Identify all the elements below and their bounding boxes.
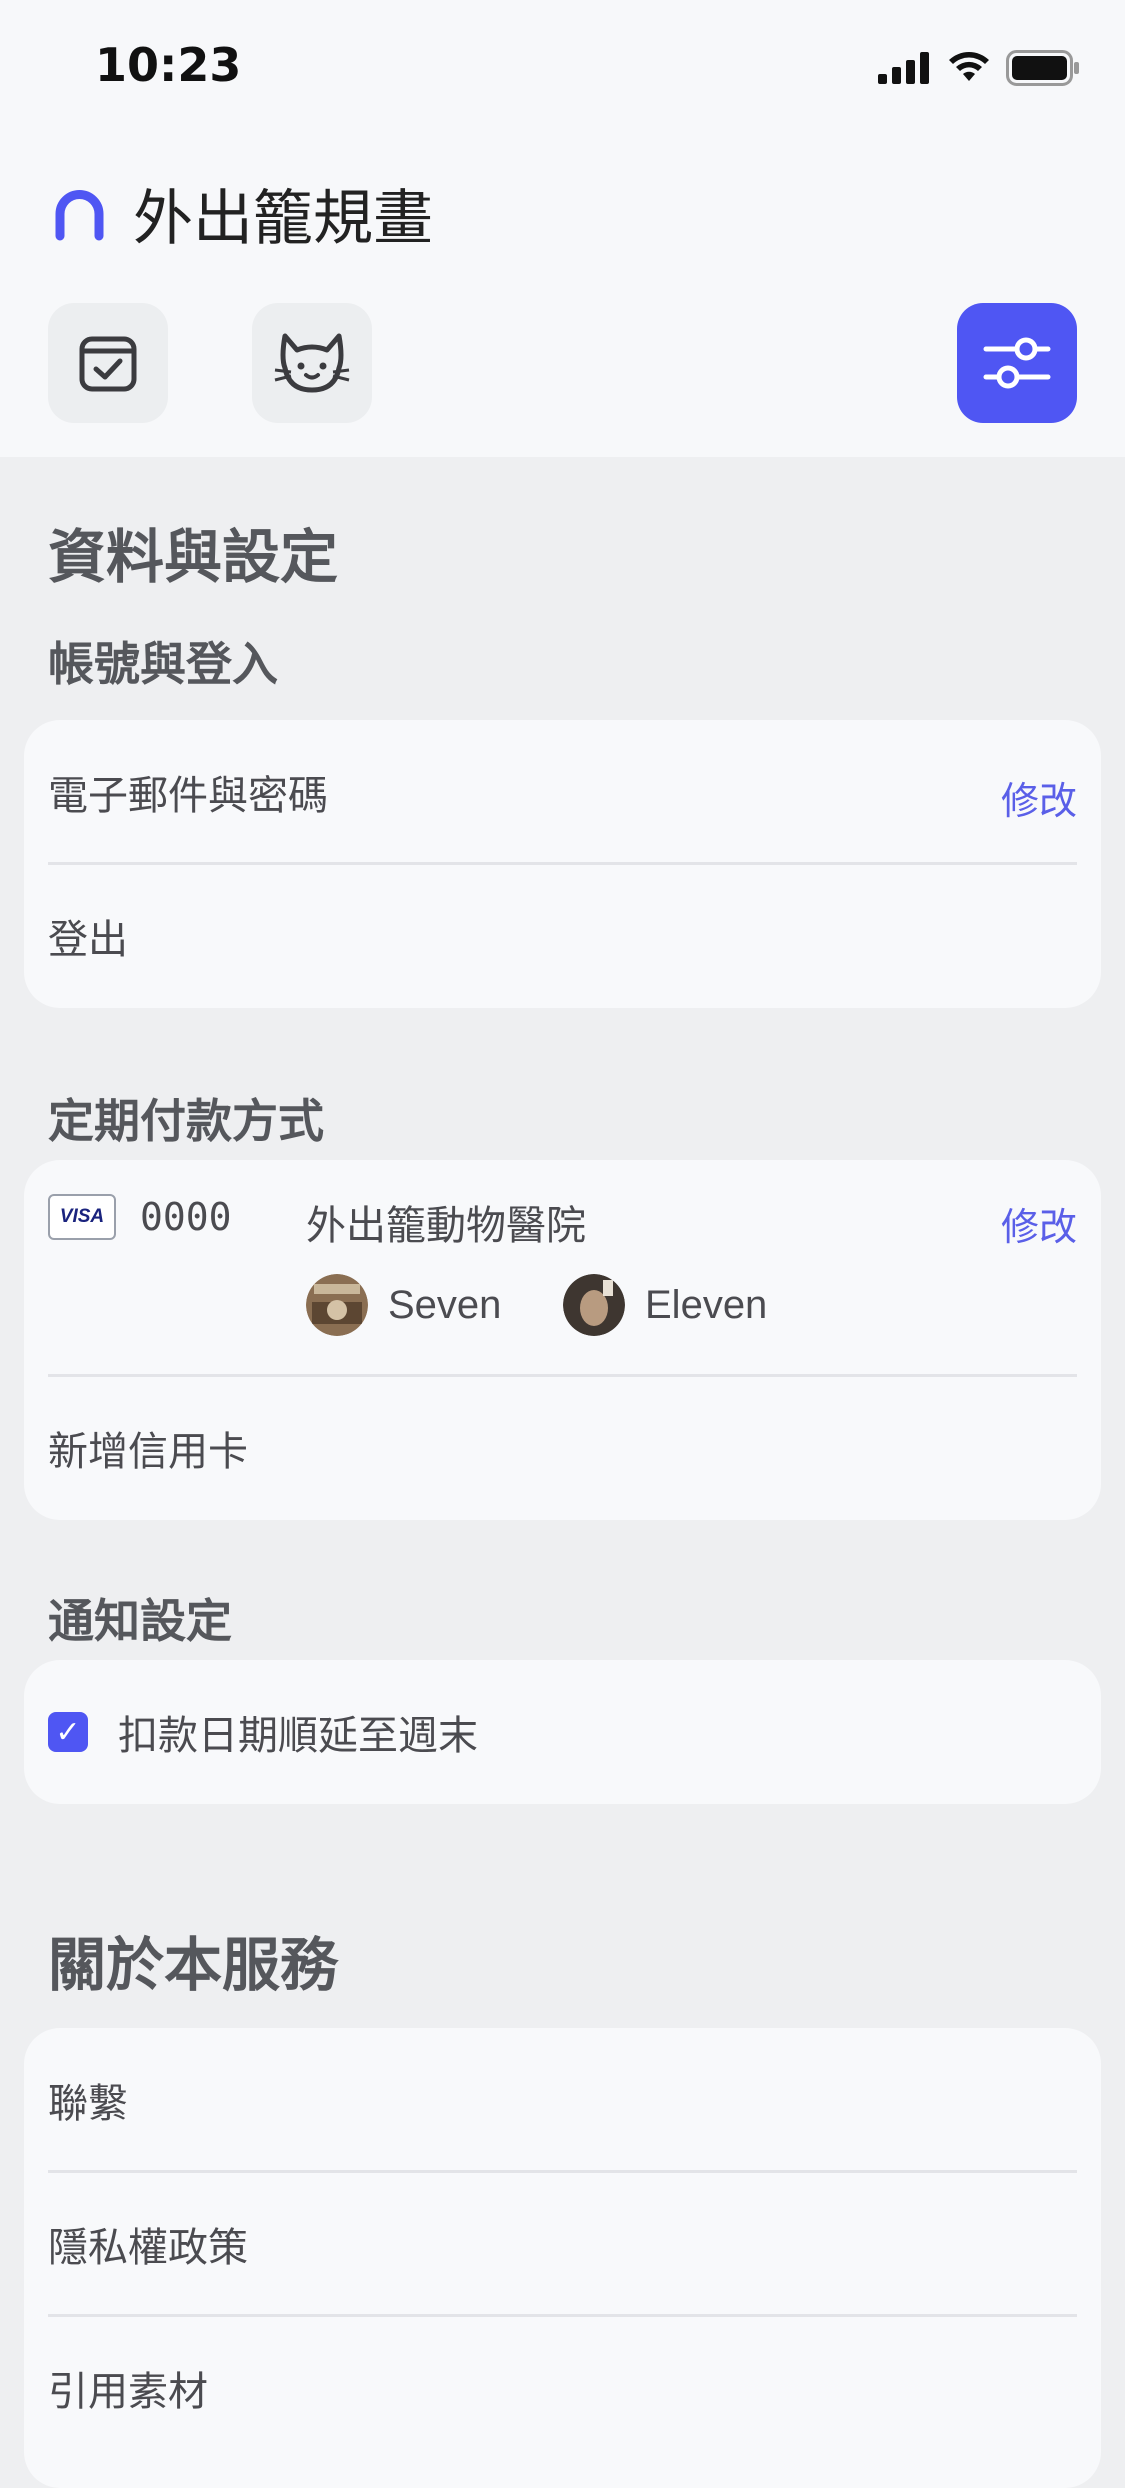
add-card-label: 新增信用卡 (48, 1429, 248, 1475)
pet-name: Seven (388, 1282, 502, 1327)
avatar (563, 1274, 625, 1336)
tab-pets[interactable] (252, 303, 372, 423)
contact-label: 聯繫 (48, 2081, 128, 2127)
postpone-weekend-option[interactable]: ✓ 扣款日期順延至週末 (48, 1660, 1077, 1804)
status-time: 10:23 (95, 38, 242, 92)
pet-name: Eleven (645, 1282, 768, 1327)
payment-card: VISA 0000 外出籠動物醫院 修改 Seven Eleven 新增信用卡 (24, 1160, 1101, 1520)
account-group-title: 帳號與登入 (48, 637, 278, 691)
wifi-icon (949, 52, 989, 81)
card-last4: 0000 (140, 1195, 232, 1239)
cat-icon (274, 333, 350, 393)
edit-payment-link[interactable]: 修改 (1001, 1196, 1077, 1251)
sliders-icon (983, 337, 1051, 389)
avatar (306, 1274, 368, 1336)
logout-row[interactable]: 登出 (48, 864, 1077, 1008)
pet-eleven: Eleven (563, 1274, 767, 1336)
credits-label: 引用素材 (48, 2369, 208, 2415)
payee-name: 外出籠動物醫院 (306, 1203, 586, 1249)
email-password-label: 電子郵件與密碼 (48, 773, 328, 819)
calendar-check-icon (79, 336, 137, 392)
app-title: 外出籠規畫 (133, 184, 433, 254)
battery-icon (1006, 50, 1079, 86)
credit-card-info: VISA 0000 (48, 1194, 232, 1240)
edit-email-link[interactable]: 修改 (1001, 770, 1077, 825)
tab-settings[interactable] (957, 303, 1077, 423)
notification-group-title: 通知設定 (48, 1594, 232, 1648)
pet-seven: Seven (306, 1274, 501, 1336)
privacy-label: 隱私權政策 (48, 2225, 248, 2271)
credits-row[interactable]: 引用素材 (48, 2316, 1077, 2460)
about-section-title: 關於本服務 (48, 1931, 339, 1999)
signal-icon (878, 52, 929, 84)
privacy-row[interactable]: 隱私權政策 (48, 2172, 1077, 2316)
notification-card: ✓ 扣款日期順延至週末 (24, 1660, 1101, 1804)
logout-label: 登出 (48, 917, 128, 963)
add-card-row[interactable]: 新增信用卡 (48, 1376, 1077, 1520)
tab-schedule[interactable] (48, 303, 168, 423)
about-card: 聯繫 隱私權政策 引用素材 (24, 2028, 1101, 2488)
status-icons (878, 50, 1080, 86)
payment-group-title: 定期付款方式 (48, 1094, 324, 1148)
settings-section-title: 資料與設定 (48, 523, 339, 591)
postpone-weekend-label: 扣款日期順延至週末 (118, 1713, 478, 1759)
email-password-row[interactable]: 電子郵件與密碼 (48, 720, 1077, 864)
account-card: 電子郵件與密碼 修改 登出 (24, 720, 1101, 1008)
checkbox-checked[interactable]: ✓ (48, 1712, 88, 1752)
visa-card-icon: VISA (48, 1194, 116, 1240)
contact-row[interactable]: 聯繫 (48, 2028, 1077, 2172)
app-logo-icon (55, 190, 104, 241)
top-bar: 10:23 外出籠規畫 (0, 0, 1125, 457)
app-title-row: 外出籠規畫 (52, 170, 433, 257)
